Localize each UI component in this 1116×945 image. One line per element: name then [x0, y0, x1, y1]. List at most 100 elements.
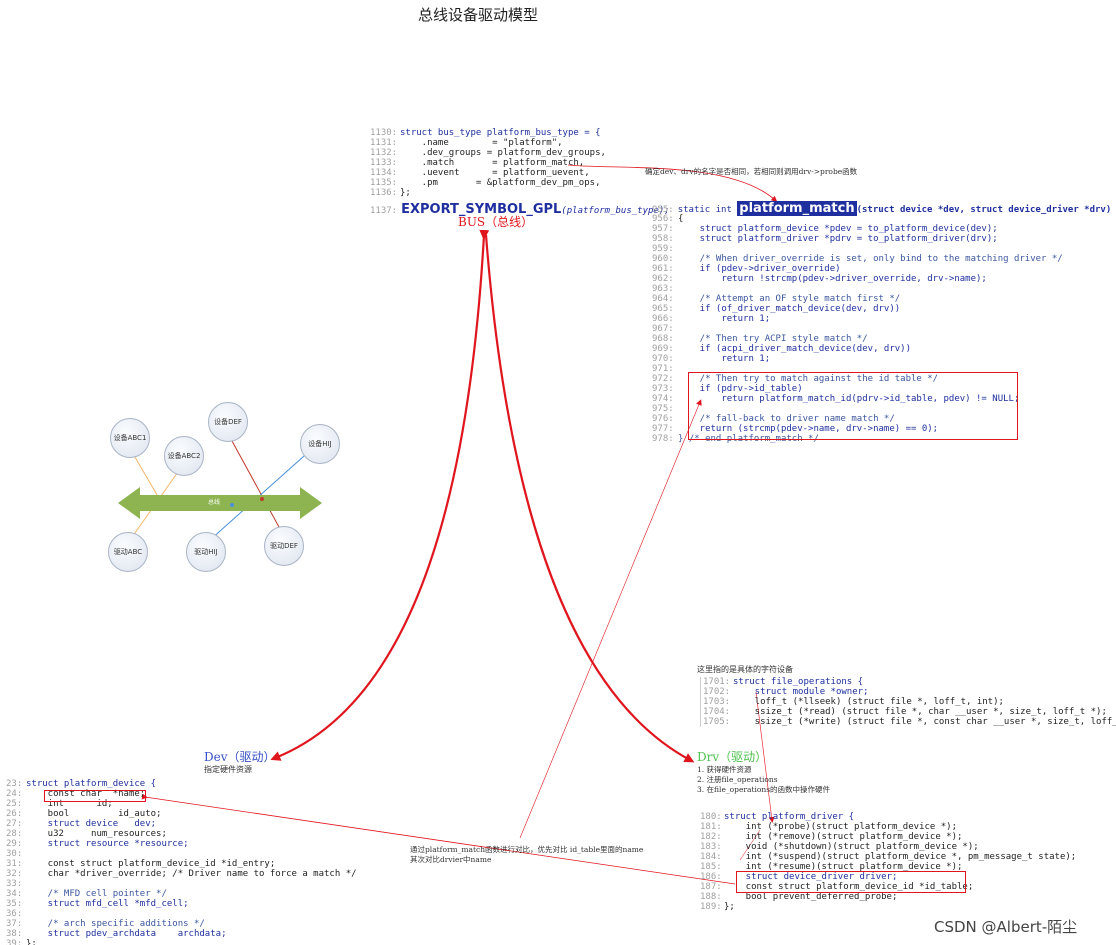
line-number: 1135: [370, 178, 398, 188]
line-number: 957: [652, 224, 674, 234]
line-number: 24: [6, 789, 23, 799]
line-number: 963: [652, 284, 674, 294]
code-text: .name = "platform", [400, 138, 563, 148]
code-text: if (acpi_driver_match_device(dev, drv)) [678, 344, 911, 354]
code-line: 26: bool id_auto; [6, 809, 357, 819]
device-node: 设备HIJ [300, 424, 340, 464]
code-line: 184: int (*suspend)(struct platform_devi… [700, 852, 1076, 862]
code-text: struct file_operations { [733, 677, 864, 687]
code-text: struct platform_device *pdev = to_platfo… [678, 224, 998, 234]
code-text: if (pdev->driver_override) [678, 264, 841, 274]
code-line: 960: /* When driver_override is set, onl… [652, 254, 1063, 264]
code-line: 38: struct pdev_archdata archdata; [6, 929, 357, 939]
code-text: void (*shutdown)(struct platform_device … [724, 842, 979, 852]
code-text: .dev_groups = platform_dev_groups, [400, 148, 606, 158]
code-line: 1130: struct bus_type platform_bus_type =… [370, 128, 606, 138]
code-text: struct platform_device { [26, 779, 157, 789]
watermark: CSDN @Albert-陌尘 [934, 918, 1078, 936]
line-number: 965: [652, 304, 674, 314]
line-number: 978: [652, 434, 674, 444]
line-number: 28: [6, 829, 23, 839]
code-line: 1132: .dev_groups = platform_dev_groups, [370, 148, 606, 158]
device-node: 设备ABC2 [164, 436, 204, 476]
code-line: 1702: struct module *owner; [703, 687, 1116, 697]
code-line: 1133: .match = platform_match, [370, 158, 606, 168]
code-line: 968: /* Then try ACPI style match */ [652, 334, 1063, 344]
line-number: 183: [700, 842, 722, 852]
code-text: struct device dev; [26, 819, 157, 829]
code-text: struct platform_driver *pdrv = to_platfo… [678, 234, 998, 244]
line-number: 960: [652, 254, 674, 264]
driver-node: 驱动DEF [264, 526, 304, 566]
driver-node: 驱动HIJ [186, 532, 226, 572]
line-number: 975: [652, 404, 674, 414]
code-text: .uevent = platform_uevent, [400, 168, 590, 178]
device-node: 设备ABC1 [110, 418, 150, 458]
code-text: }; [26, 939, 37, 945]
line-number: 971: [652, 364, 674, 374]
code-line: 1135: .pm = &platform_dev_pm_ops, [370, 178, 606, 188]
line-number: 1704: [703, 707, 731, 717]
code-line: 958: struct platform_driver *pdrv = to_p… [652, 234, 1063, 244]
code-line: 34: /* MFD cell pointer */ [6, 889, 357, 899]
code-text: struct mfd_cell *mfd_cell; [26, 899, 189, 909]
match-note: 确定dev、drv的名字是否相同，若相同则调用drv->probe函数 [645, 167, 858, 176]
code-line: 967: [652, 324, 1063, 334]
code-line: 183: void (*shutdown)(struct platform_de… [700, 842, 1076, 852]
code-line: 37: /* arch specific additions */ [6, 919, 357, 929]
code-line: 966: return 1; [652, 314, 1063, 324]
line-number: 30: [6, 849, 23, 859]
line-number: 35: [6, 899, 23, 909]
code-text: u32 num_resources; [26, 829, 167, 839]
line-number: 959: [652, 244, 674, 254]
compare-note: 通过platform_match函数进行对比，优先对比 id_table里面的n… [410, 845, 644, 864]
line-number: 29: [6, 839, 23, 849]
line-number: 38: [6, 929, 23, 939]
line-number: 1705: [703, 717, 731, 727]
line-number: 1132: [370, 148, 398, 158]
line-number: 966: [652, 314, 674, 324]
code-line: 1701: struct file_operations { [703, 677, 1116, 687]
code-line: 957: struct platform_device *pdev = to_p… [652, 224, 1063, 234]
code-line: 969: if (acpi_driver_match_device(dev, d… [652, 344, 1063, 354]
line-number: 956: [652, 214, 674, 224]
dev-label: Dev（驱动） [204, 750, 276, 764]
code-line: 1136:}; [370, 188, 606, 198]
platform-device-code: 23: struct platform_device {24: const cha… [6, 779, 357, 945]
code-line: 965: if (of_driver_match_device(dev, drv… [652, 304, 1063, 314]
line-number: 1133: [370, 158, 398, 168]
code-line: 23: struct platform_device { [6, 779, 357, 789]
code-text: loff_t (*llseek) (struct file *, loff_t,… [733, 697, 1004, 707]
code-line: 961: if (pdev->driver_override) [652, 264, 1063, 274]
code-text: struct bus_type platform_bus_type = { [400, 128, 601, 138]
line-number: 182: [700, 832, 722, 842]
code-text: /* MFD cell pointer */ [26, 889, 167, 899]
code-text: struct platform_driver { [724, 812, 855, 822]
code-text: .pm = &platform_dev_pm_ops, [400, 178, 601, 188]
code-line: 1134: .uevent = platform_uevent, [370, 168, 606, 178]
line-number: 1136: [370, 188, 398, 198]
code-line: 956: { [652, 214, 1063, 224]
line-number: 1131: [370, 138, 398, 148]
line-number: 961: [652, 264, 674, 274]
code-text: /* Then try ACPI style match */ [678, 334, 868, 344]
line-number: 974: [652, 394, 674, 404]
code-line: 35: struct mfd_cell *mfd_cell; [6, 899, 357, 909]
code-text: int (*suspend)(struct platform_device *,… [724, 852, 1077, 862]
line-number: 39: [6, 939, 23, 945]
bus-type-code: 1130: struct bus_type platform_bus_type =… [370, 128, 606, 198]
line-number: 187: [700, 882, 722, 892]
code-text: /* Attempt an OF style match first */ [678, 294, 901, 304]
line-number: 962: [652, 274, 674, 284]
line-number: 188: [700, 892, 722, 902]
code-line: 1131: .name = "platform", [370, 138, 606, 148]
bus-band-label: 总线 [208, 499, 221, 506]
line-number: 1702: [703, 687, 731, 697]
code-line: 970: return 1; [652, 354, 1063, 364]
line-number: 34: [6, 889, 23, 899]
code-line: 32: char *driver_override; /* Driver nam… [6, 869, 357, 879]
code-text: if (of_driver_match_device(dev, drv)) [678, 304, 901, 314]
code-line: 27: struct device dev; [6, 819, 357, 829]
compare-link [519, 399, 702, 839]
code-line: 959: [652, 244, 1063, 254]
